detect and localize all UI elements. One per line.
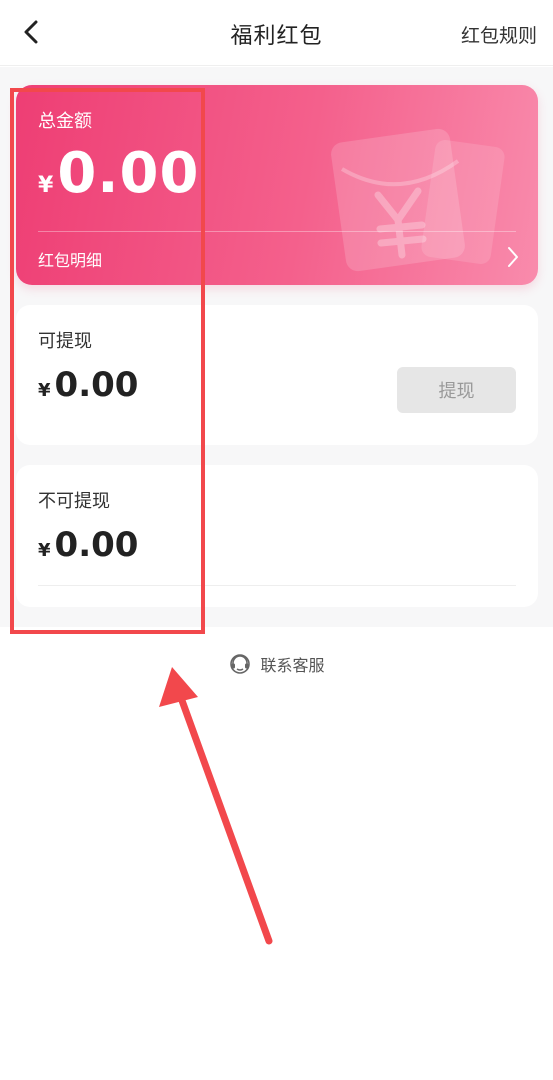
total-amount-card: 总金额 ¥ 0.00 红包明细 — [16, 85, 538, 285]
contact-service-link[interactable]: 联系客服 — [0, 652, 553, 676]
chevron-right-icon — [508, 247, 518, 267]
non-withdrawable-amount-number: 0.00 — [54, 525, 139, 565]
red-packet-detail-label: 红包明细 — [38, 251, 103, 270]
currency-symbol: ¥ — [38, 173, 54, 198]
currency-symbol: ¥ — [38, 540, 51, 561]
card-divider — [38, 585, 516, 586]
annotation-arrow-icon — [159, 667, 273, 945]
non-withdrawable-label: 不可提现 — [38, 491, 110, 512]
welfare-red-packet-page: 福利红包 红包规则 总金额 ¥ 0.00 红包明细 可提现 ¥ 0.00 提现 … — [0, 0, 553, 1080]
total-amount-number: 0.00 — [57, 141, 200, 206]
withdraw-button[interactable]: 提现 — [397, 367, 516, 413]
contact-service-label: 联系客服 — [260, 656, 325, 675]
red-packet-detail-link[interactable]: 红包明细 — [16, 232, 538, 285]
rules-link[interactable]: 红包规则 — [461, 21, 537, 48]
withdrawable-amount-number: 0.00 — [54, 365, 139, 405]
headset-icon — [230, 654, 251, 674]
withdrawable-label: 可提现 — [38, 331, 92, 352]
non-withdrawable-card: 不可提现 ¥ 0.00 — [16, 465, 538, 607]
total-amount-label: 总金额 — [38, 111, 92, 132]
non-withdrawable-amount: ¥ 0.00 — [38, 525, 138, 565]
withdrawable-card: 可提现 ¥ 0.00 提现 — [16, 305, 538, 445]
withdrawable-amount: ¥ 0.00 — [38, 365, 138, 405]
currency-symbol: ¥ — [38, 380, 51, 401]
header-bar: 福利红包 红包规则 — [0, 0, 553, 66]
total-amount-value: ¥ 0.00 — [38, 141, 199, 206]
